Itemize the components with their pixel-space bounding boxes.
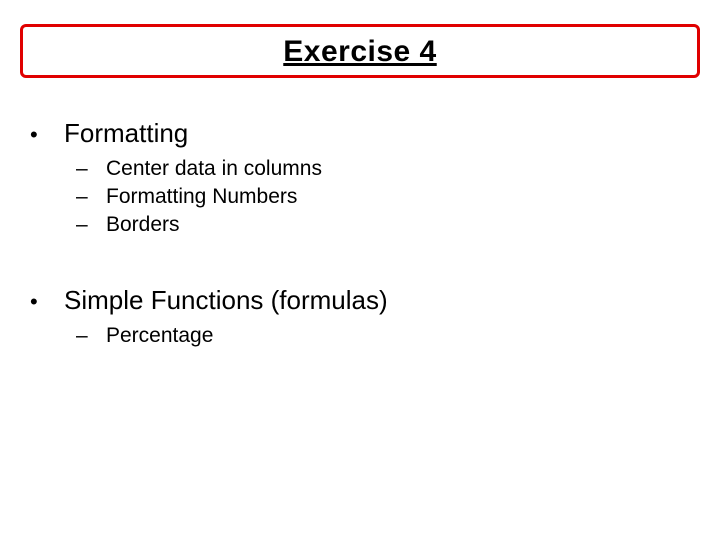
list-subitem-label: Formatting Numbers — [106, 185, 297, 209]
list-subitem-label: Borders — [106, 213, 180, 237]
list-subitem: – Borders — [76, 213, 690, 237]
dash-icon: – — [76, 157, 106, 181]
list-item: • Formatting — [30, 118, 690, 149]
list-subitem: – Center data in columns — [76, 157, 690, 181]
list-item-label: Formatting — [64, 118, 188, 149]
bullet-icon: • — [30, 289, 64, 315]
slide: Exercise 4 • Formatting – Center data in… — [0, 0, 720, 540]
list-subitem: – Percentage — [76, 324, 690, 348]
list-item: • Simple Functions (formulas) — [30, 285, 690, 316]
bullet-icon: • — [30, 122, 64, 148]
slide-title: Exercise 4 — [283, 35, 436, 68]
dash-icon: – — [76, 213, 106, 237]
list-subitem-label: Percentage — [106, 324, 213, 348]
content-area: • Formatting – Center data in columns – … — [30, 118, 690, 352]
dash-icon: – — [76, 324, 106, 348]
title-box: Exercise 4 — [20, 24, 700, 78]
dash-icon: – — [76, 185, 106, 209]
list-item-label: Simple Functions (formulas) — [64, 285, 388, 316]
list-subitem: – Formatting Numbers — [76, 185, 690, 209]
list-subitem-label: Center data in columns — [106, 157, 322, 181]
